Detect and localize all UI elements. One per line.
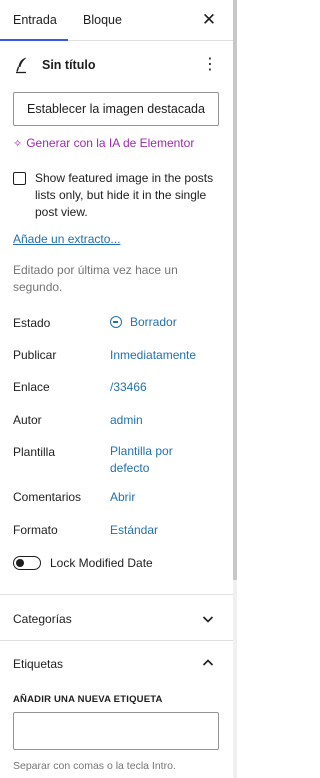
sidebar-tabs: Entrada Bloque ✕	[0, 0, 233, 41]
publish-value-button[interactable]: Inmediatamente	[110, 347, 196, 364]
divider	[0, 594, 233, 595]
tag-help-text: Separar con comas o la tecla Intro.	[13, 760, 176, 772]
generate-with-ai-label: Generar con la IA de Elementor	[26, 136, 195, 150]
add-new-tag-input[interactable]	[13, 712, 219, 750]
chevron-up-icon[interactable]	[201, 656, 215, 670]
lock-modified-date-label: Lock Modified Date	[50, 556, 153, 570]
close-icon[interactable]: ✕	[199, 10, 219, 30]
status-value: Borrador	[130, 315, 177, 329]
post-card-header: Sin título ⋮	[0, 52, 233, 80]
chevron-down-icon[interactable]	[201, 612, 215, 626]
kebab-icon[interactable]: ⋮	[201, 54, 219, 76]
comments-value-button[interactable]: Abrir	[110, 489, 135, 506]
author-label: Autor	[13, 413, 42, 427]
add-new-tag-heading: AÑADIR UNA NUEVA ETIQUETA	[13, 694, 163, 705]
set-featured-image-button[interactable]: Establecer la imagen destacada	[13, 92, 219, 126]
link-label: Enlace	[13, 380, 50, 394]
status-value-button[interactable]: Borrador	[110, 314, 177, 331]
tags-section-title[interactable]: Etiquetas	[13, 657, 63, 671]
publish-label: Publicar	[13, 348, 57, 362]
categories-section-title[interactable]: Categorías	[13, 612, 72, 626]
add-excerpt-link[interactable]: Añade un extracto...	[13, 232, 120, 246]
last-edited-text: Editado por última vez hace un segundo.	[13, 263, 178, 294]
draft-status-icon	[110, 316, 122, 328]
toggle-knob	[16, 559, 24, 567]
feather-icon	[16, 57, 27, 74]
tab-entrada[interactable]: Entrada	[0, 0, 68, 41]
template-value-button[interactable]: Plantilla por defecto	[110, 443, 210, 477]
featured-image-list-only-checkbox[interactable]	[13, 172, 26, 185]
format-label: Formato	[13, 523, 58, 537]
template-label: Plantilla	[13, 445, 56, 459]
generate-with-ai-link[interactable]: ✧ Generar con la IA de Elementor	[13, 136, 194, 150]
status-label: Estado	[13, 316, 51, 330]
scrollbar[interactable]	[233, 0, 237, 778]
tab-bloque[interactable]: Bloque	[83, 0, 122, 40]
author-value-button[interactable]: admin	[110, 412, 143, 429]
link-value-button[interactable]: /33466	[110, 379, 147, 396]
post-settings-sidebar: Entrada Bloque ✕ Sin título ⋮ Establecer…	[0, 0, 233, 778]
sparkle-icon: ✧	[13, 138, 23, 150]
lock-modified-date-toggle[interactable]	[13, 556, 41, 570]
format-value-button[interactable]: Estándar	[110, 522, 158, 539]
post-title: Sin título	[42, 58, 96, 72]
featured-image-list-only-label: Show featured image in the posts lists o…	[35, 171, 214, 219]
comments-label: Comentarios	[13, 490, 82, 504]
scrollbar-thumb[interactable]	[233, 0, 237, 580]
divider	[0, 640, 233, 641]
